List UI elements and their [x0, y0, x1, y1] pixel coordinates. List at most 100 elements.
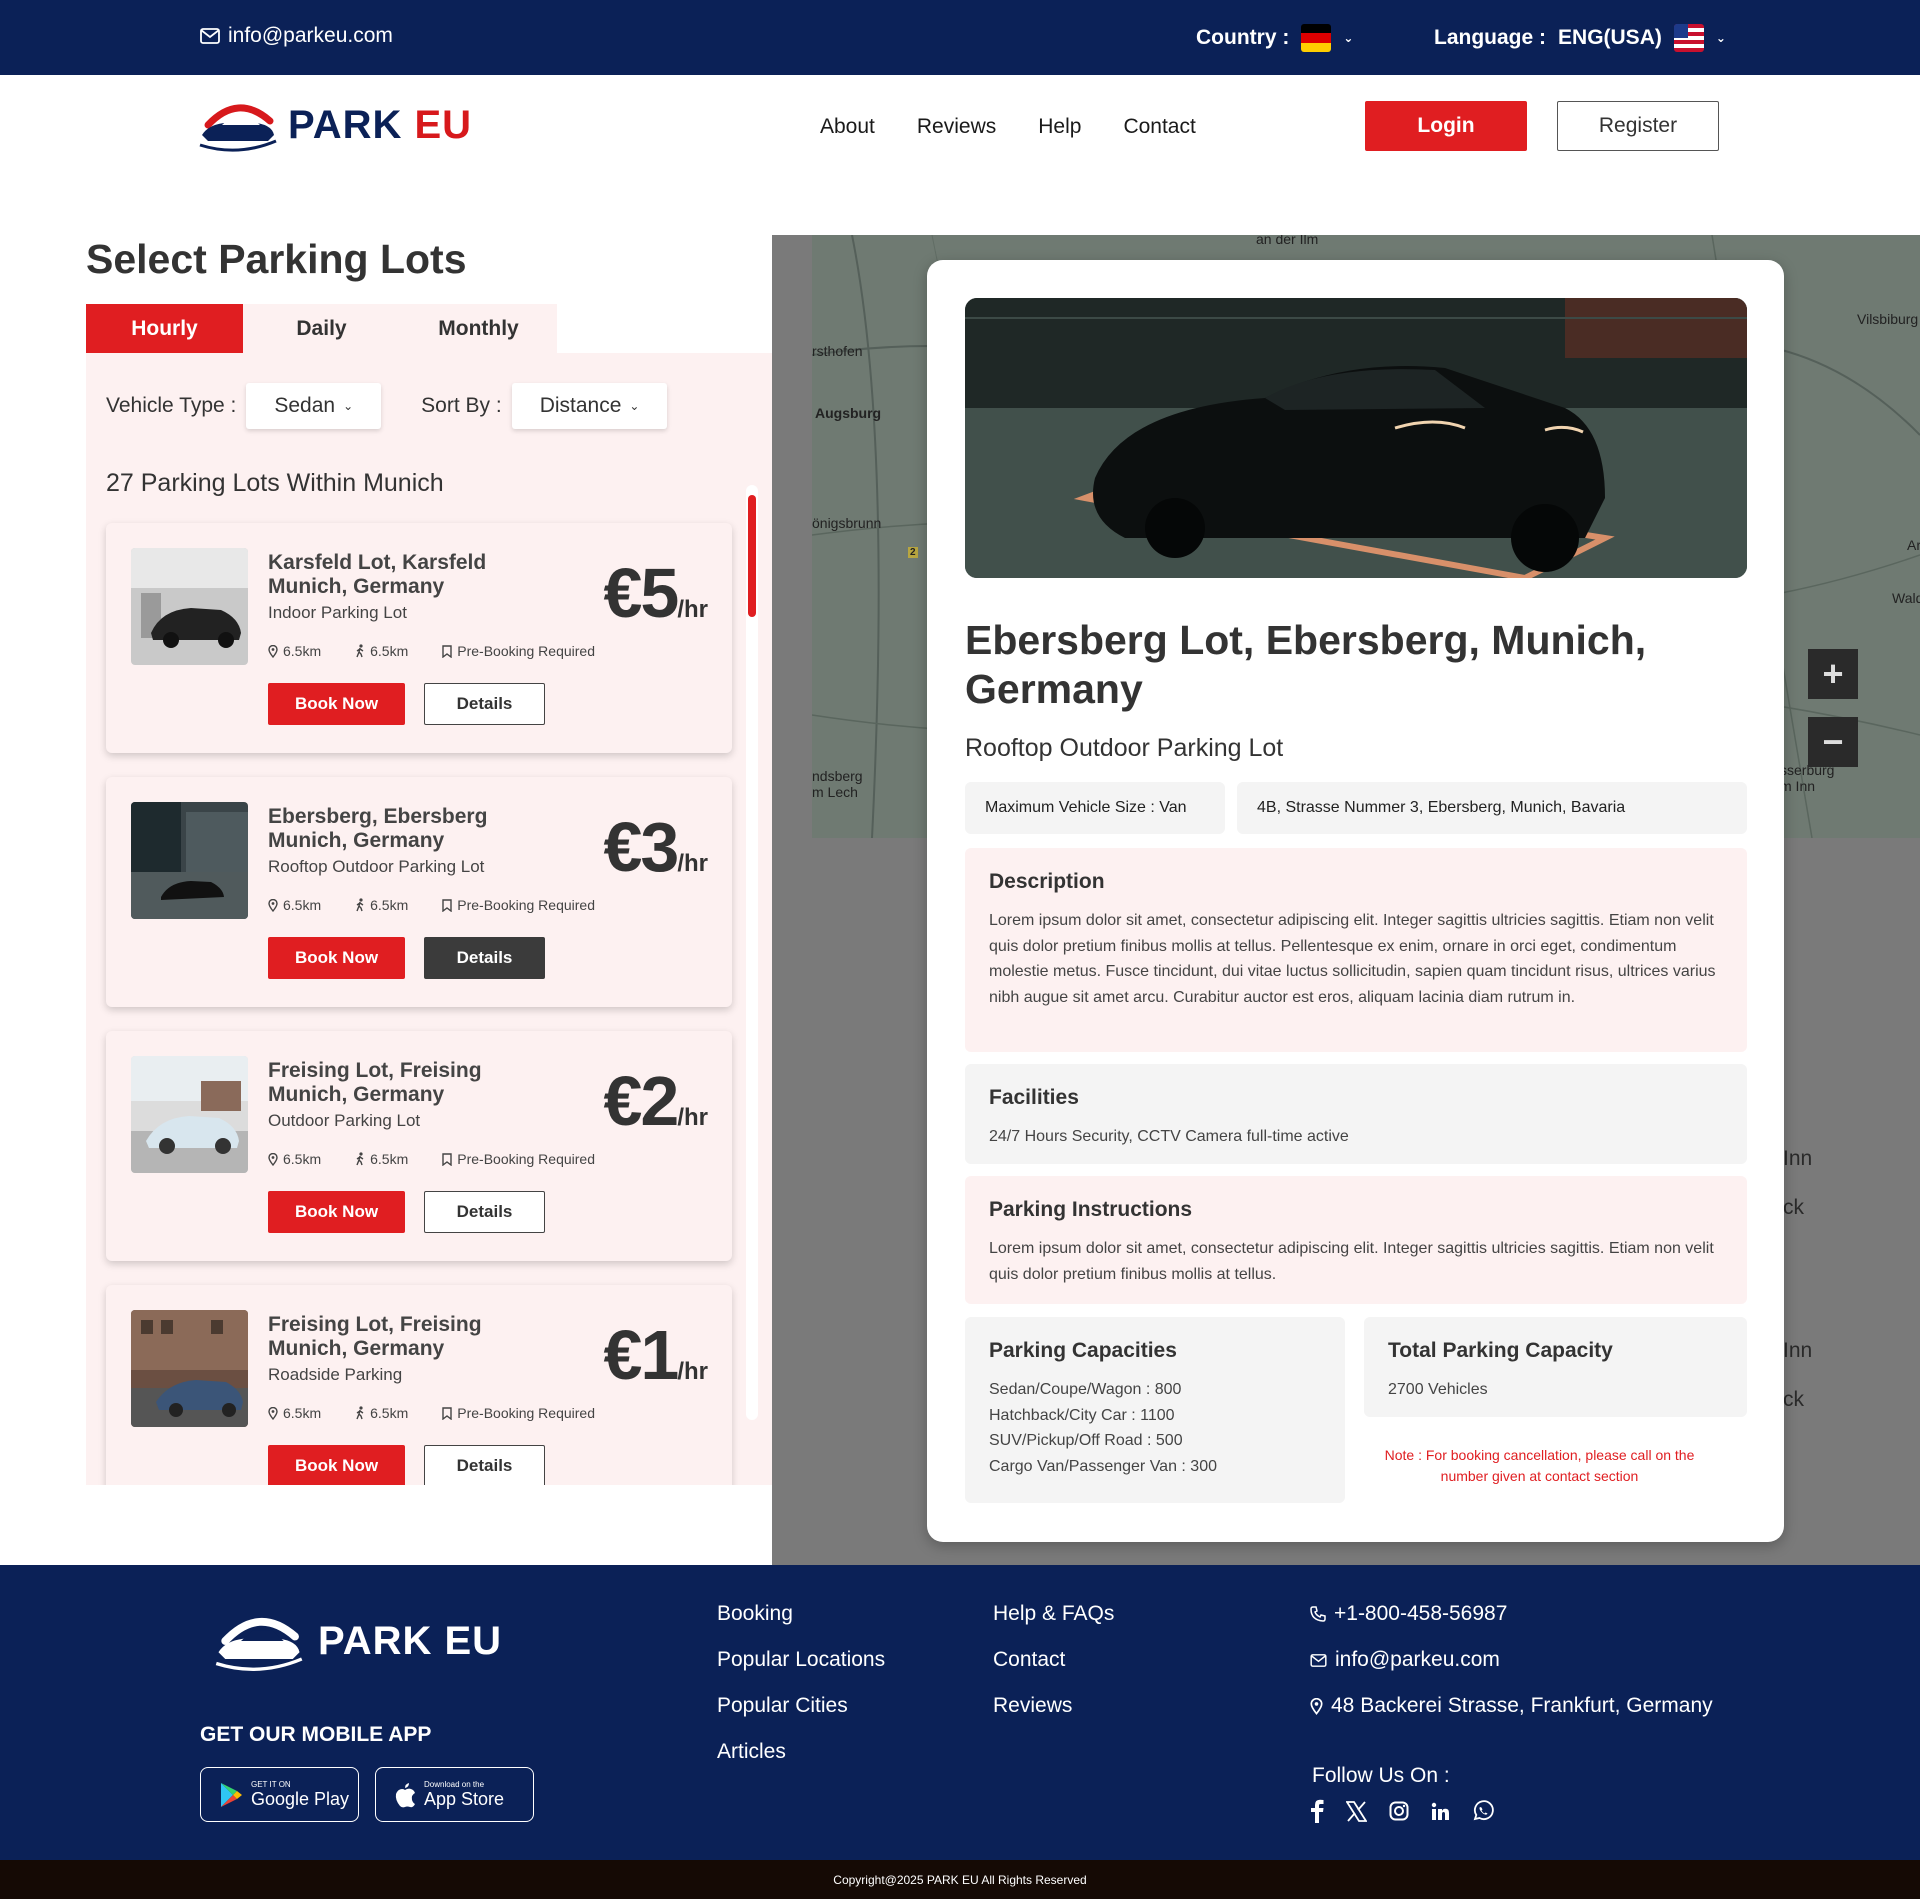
- app-store-button[interactable]: Download on the App Store: [375, 1767, 534, 1822]
- nav-about[interactable]: About: [820, 115, 875, 139]
- distance-value: 6.5km: [283, 643, 322, 659]
- footer-email[interactable]: info@parkeu.com: [1310, 1648, 1713, 1672]
- list-scrollbar[interactable]: [746, 485, 758, 1420]
- chevron-down-icon: ⌄: [1715, 31, 1726, 45]
- topbar-email[interactable]: info@parkeu.com: [200, 24, 393, 48]
- lots-count: 27 Parking Lots Within Munich: [106, 469, 444, 497]
- scrollbar-thumb[interactable]: [748, 495, 756, 617]
- whatsapp-icon[interactable]: [1472, 1800, 1494, 1822]
- google-play-button[interactable]: GET IT ON Google Play: [200, 1767, 359, 1822]
- details-button[interactable]: Details: [424, 937, 545, 979]
- instagram-icon[interactable]: [1389, 1801, 1409, 1821]
- language-value: ENG(USA): [1558, 26, 1662, 49]
- country-selector[interactable]: Country : ⌄: [1196, 24, 1353, 52]
- zoom-in-button[interactable]: +: [1808, 649, 1858, 699]
- footer-link-reviews[interactable]: Reviews: [993, 1694, 1114, 1718]
- details-button[interactable]: Details: [424, 1445, 545, 1485]
- distance-walk: 6.5km: [355, 643, 408, 659]
- language-selector[interactable]: Language : ENG(USA) ⌄: [1434, 24, 1726, 52]
- location-pin-icon: [268, 644, 278, 658]
- zoom-out-button[interactable]: −: [1808, 717, 1858, 767]
- nav-help[interactable]: Help: [1038, 115, 1081, 139]
- details-button[interactable]: Details: [424, 683, 545, 725]
- price-unit: /hr: [677, 1358, 708, 1385]
- logo[interactable]: PARK EU: [198, 95, 472, 155]
- walking-icon: [356, 644, 364, 658]
- lot-type: Rooftop Outdoor Parking Lot: [268, 857, 485, 876]
- mobile-app-title: GET OUR MOBILE APP: [200, 1723, 432, 1746]
- chevron-down-icon: ⌄: [629, 399, 640, 413]
- register-button[interactable]: Register: [1557, 101, 1719, 151]
- capacities-section: Parking Capacities Sedan/Coupe/Wagon : 8…: [965, 1317, 1345, 1503]
- footer-link-booking[interactable]: Booking: [717, 1602, 885, 1626]
- total-capacity-value: 2700 Vehicles: [1388, 1381, 1488, 1398]
- map-label: m Lech: [812, 784, 858, 800]
- address-text: 48 Backerei Strasse, Frankfurt, Germany: [1331, 1694, 1713, 1717]
- price-amount: €2: [603, 1062, 679, 1140]
- footer-logo-text: PARK EU: [318, 1619, 502, 1664]
- prebooking: Pre-Booking Required: [442, 897, 595, 913]
- nav-contact[interactable]: Contact: [1123, 115, 1195, 139]
- facilities-title: Facilities: [989, 1086, 1079, 1109]
- book-now-button[interactable]: Book Now: [268, 683, 405, 725]
- app-store-text: Download on the App Store: [424, 1780, 504, 1810]
- tab-daily[interactable]: Daily: [243, 304, 400, 354]
- footer-logo[interactable]: PARK EU: [214, 1607, 502, 1675]
- book-now-button[interactable]: Book Now: [268, 1445, 405, 1485]
- lot-price: €2/hr: [603, 1061, 708, 1141]
- map-label: an der Ilm: [1256, 235, 1319, 247]
- footer-link-popular-cities[interactable]: Popular Cities: [717, 1694, 885, 1718]
- parking-lot-card[interactable]: Ebersberg, Ebersberg Munich, Germany Roo…: [106, 777, 732, 1007]
- walk-value: 6.5km: [370, 897, 409, 913]
- distance-value: 6.5km: [283, 897, 322, 913]
- parking-lot-card[interactable]: Karsfeld Lot, Karsfeld Munich, Germany I…: [106, 523, 732, 753]
- bookmark-icon: [442, 1152, 452, 1166]
- social-links: [1310, 1799, 1494, 1823]
- footer-link-popular-locations[interactable]: Popular Locations: [717, 1648, 885, 1672]
- chevron-down-icon: ⌄: [343, 399, 354, 413]
- book-now-button[interactable]: Book Now: [268, 937, 405, 979]
- parking-lot-card[interactable]: Freising Lot, Freising Munich, Germany O…: [106, 1031, 732, 1261]
- lot-photo: [131, 1310, 248, 1427]
- linkedin-icon[interactable]: [1431, 1802, 1450, 1821]
- footer-links-col2: Help & FAQs Contact Reviews: [993, 1602, 1114, 1718]
- logo-park: PARK: [318, 1618, 433, 1663]
- login-button[interactable]: Login: [1365, 101, 1527, 151]
- nav-reviews[interactable]: Reviews: [917, 115, 996, 139]
- facebook-icon[interactable]: [1310, 1799, 1324, 1823]
- walking-icon: [356, 1152, 364, 1166]
- apple-icon: [395, 1782, 415, 1807]
- facilities-section: Facilities 24/7 Hours Security, CCTV Cam…: [965, 1064, 1747, 1164]
- google-big: Google Play: [251, 1788, 350, 1809]
- tab-hourly[interactable]: Hourly: [86, 304, 243, 354]
- footer: PARK EU GET OUR MOBILE APP GET IT ON Goog…: [0, 1565, 1920, 1860]
- top-bar: info@parkeu.com Country : ⌄ Language : E…: [0, 0, 1920, 75]
- instructions-text: Lorem ipsum dolor sit amet, consectetur …: [989, 1240, 1714, 1283]
- lot-detail-title: Ebersberg Lot, Ebersberg, Munich, German…: [965, 617, 1647, 712]
- x-twitter-icon[interactable]: [1346, 1800, 1367, 1822]
- distance-value: 6.5km: [283, 1405, 322, 1421]
- lot-detail-card: Ebersberg Lot, Ebersberg, Munich, German…: [927, 260, 1784, 1542]
- book-now-button[interactable]: Book Now: [268, 1191, 405, 1233]
- logo-eu: EU: [444, 1618, 503, 1663]
- footer-phone[interactable]: +1-800-458-56987: [1310, 1602, 1713, 1626]
- footer-link-contact[interactable]: Contact: [993, 1648, 1114, 1672]
- google-play-icon: [221, 1782, 242, 1807]
- lot-photo: [131, 548, 248, 665]
- details-button[interactable]: Details: [424, 1191, 545, 1233]
- prebook-text: Pre-Booking Required: [457, 643, 595, 659]
- capacity-sedan: Sedan/Coupe/Wagon : 800: [989, 1381, 1182, 1398]
- map-label: ndsberg: [812, 768, 863, 784]
- instructions-section: Parking Instructions Lorem ipsum dolor s…: [965, 1176, 1747, 1304]
- filters: Vehicle Type : Sedan ⌄ Sort By : Distanc…: [106, 383, 668, 429]
- bookmark-icon: [442, 898, 452, 912]
- sort-select[interactable]: Distance ⌄: [511, 383, 668, 429]
- parking-lot-card[interactable]: Freising Lot, Freising Munich, Germany R…: [106, 1285, 732, 1485]
- footer-link-help[interactable]: Help & FAQs: [993, 1602, 1114, 1626]
- vehicle-type-select[interactable]: Sedan ⌄: [246, 383, 382, 429]
- lot-price: €5/hr: [603, 553, 708, 633]
- apple-big: App Store: [424, 1788, 505, 1809]
- capacity-van: Cargo Van/Passenger Van : 300: [989, 1457, 1217, 1475]
- footer-link-articles[interactable]: Articles: [717, 1740, 885, 1764]
- tab-monthly[interactable]: Monthly: [400, 304, 557, 354]
